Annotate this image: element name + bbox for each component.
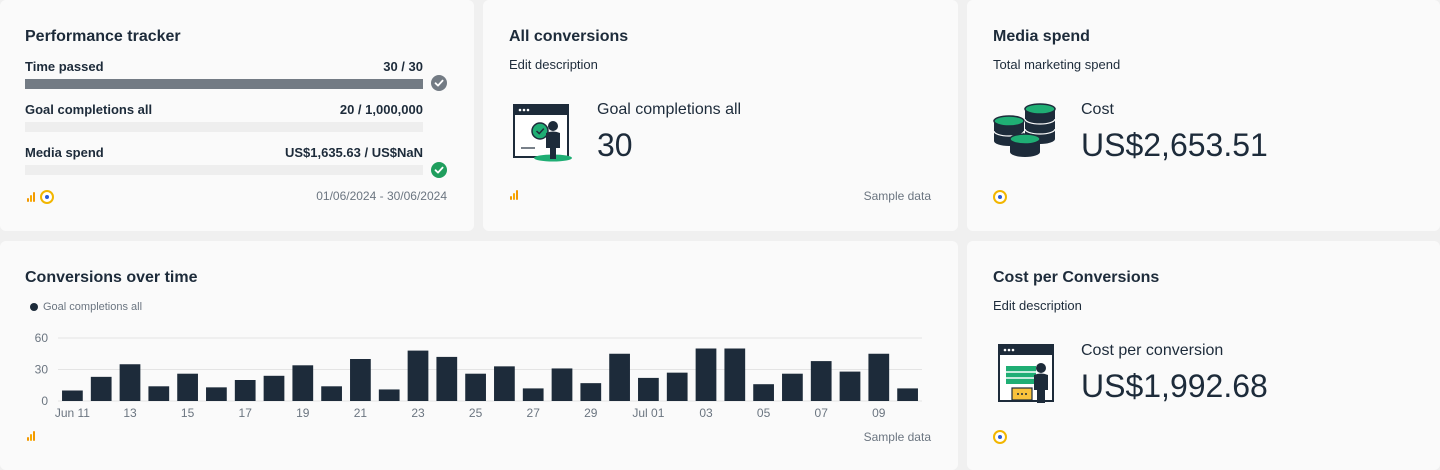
- cost-per-conversions-card: Cost per Conversions Edit description Co…: [967, 241, 1440, 470]
- tracker-bar-time: [25, 79, 423, 89]
- tracker-label-goals: Goal completions all: [25, 102, 153, 117]
- bar[interactable]: [494, 366, 515, 401]
- card-title: Media spend: [993, 28, 1090, 45]
- edit-description-link[interactable]: Edit description: [509, 57, 598, 72]
- bar[interactable]: [350, 359, 371, 401]
- x-tick-label: 19: [296, 406, 310, 420]
- bar[interactable]: [206, 387, 227, 401]
- bar[interactable]: [897, 388, 918, 401]
- x-tick-label: Jun 11: [55, 406, 90, 420]
- tracker-bar-fill: [25, 79, 423, 89]
- tracker-bar-spend: [25, 165, 423, 175]
- tracker-bar-goals: [25, 122, 423, 132]
- bar[interactable]: [810, 361, 832, 401]
- performance-tracker-card: Performance tracker Time passed 30 / 30 …: [0, 0, 474, 231]
- bar[interactable]: [407, 350, 429, 401]
- bar[interactable]: [177, 373, 198, 401]
- x-tick-label: 23: [411, 406, 425, 420]
- metric-label: Goal completions all: [597, 101, 742, 118]
- metric-value: US$2,653.51: [1081, 127, 1268, 163]
- x-tick-label: 13: [123, 406, 137, 420]
- person-at-browser-illustration: [513, 104, 572, 162]
- bar-chart: 0 30 60 Jun 11 13 15 17 19 21 23 25 27 29 Jul 01 03 05 0…: [35, 331, 922, 420]
- bar[interactable]: [321, 386, 342, 401]
- metric-value: 30: [597, 127, 633, 163]
- x-tick-label: 05: [757, 406, 771, 420]
- sample-data-label: Sample data: [863, 189, 931, 203]
- tracker-value-goals: 20 / 1,000,000: [339, 102, 423, 117]
- tracker-value-time: 30 / 30: [383, 59, 423, 74]
- bar[interactable]: [580, 383, 602, 401]
- data-source-icons: [993, 430, 1007, 444]
- bar[interactable]: [638, 377, 659, 401]
- bar[interactable]: [436, 356, 458, 401]
- bar[interactable]: [609, 353, 630, 401]
- tracker-value-spend: US$1,635.63 / US$NaN: [284, 145, 423, 160]
- sample-data-label: Sample data: [863, 430, 931, 444]
- date-range: 01/06/2024 - 30/06/2024: [316, 189, 447, 203]
- x-tick-label: 27: [527, 406, 541, 420]
- bar[interactable]: [753, 384, 774, 401]
- card-title: Cost per Conversions: [993, 269, 1160, 286]
- data-source-icons: [26, 190, 54, 204]
- person-with-card-illustration: [998, 344, 1054, 403]
- google-analytics-icon: [26, 431, 37, 441]
- check-circle-green-icon: [431, 162, 447, 178]
- media-spend-card: Media spend Total marketing spend Cost U…: [967, 0, 1440, 231]
- x-tick-label: 03: [699, 406, 713, 420]
- all-conversions-card: All conversions Edit description Goal co…: [483, 0, 958, 231]
- data-source-icons: [26, 431, 37, 441]
- x-tick-label: 17: [239, 406, 253, 420]
- bar[interactable]: [465, 373, 486, 401]
- bar[interactable]: [839, 371, 861, 401]
- google-analytics-icon: [509, 190, 520, 200]
- metric-label: Cost per conversion: [1081, 342, 1224, 359]
- data-source-ring-icon: [993, 430, 1007, 444]
- bar[interactable]: [292, 365, 314, 401]
- bar[interactable]: [724, 348, 746, 402]
- card-title: Performance tracker: [25, 28, 181, 45]
- bar[interactable]: [148, 386, 170, 401]
- bar[interactable]: [868, 353, 890, 401]
- y-tick-label: 60: [35, 331, 49, 345]
- bar[interactable]: [90, 376, 112, 401]
- y-tick-label: 0: [41, 394, 48, 408]
- coin-stacks-illustration: [993, 103, 1056, 157]
- bar[interactable]: [119, 364, 141, 401]
- card-title: All conversions: [509, 28, 629, 45]
- data-source-icons: [509, 190, 520, 200]
- data-source-ring-icon: [40, 190, 54, 204]
- bar[interactable]: [666, 372, 688, 401]
- bar[interactable]: [234, 380, 256, 401]
- x-tick-label: 21: [354, 406, 368, 420]
- x-tick-label: 09: [872, 406, 886, 420]
- x-tick-label: 15: [181, 406, 195, 420]
- x-tick-label: 25: [469, 406, 483, 420]
- bar[interactable]: [551, 368, 573, 401]
- check-circle-gray-icon: [431, 75, 447, 91]
- x-tick-label: 29: [584, 406, 598, 420]
- card-description: Total marketing spend: [993, 57, 1121, 72]
- bar[interactable]: [782, 373, 803, 401]
- data-source-icons: [993, 190, 1007, 204]
- x-tick-label: 07: [815, 406, 829, 420]
- bar[interactable]: [695, 348, 717, 402]
- conversions-over-time-card: Conversions over time Goal completions a…: [0, 241, 958, 470]
- edit-description-link[interactable]: Edit description: [993, 298, 1082, 313]
- data-source-ring-icon: [993, 190, 1007, 204]
- bar[interactable]: [522, 388, 544, 401]
- google-analytics-icon: [26, 192, 37, 202]
- bar[interactable]: [62, 390, 83, 402]
- metric-label: Cost: [1081, 101, 1114, 118]
- y-tick-label: 30: [35, 363, 49, 377]
- x-tick-label: Jul 01: [632, 406, 664, 420]
- tracker-label-time: Time passed: [25, 59, 104, 74]
- bar[interactable]: [378, 389, 400, 401]
- tracker-label-spend: Media spend: [25, 145, 104, 160]
- bar[interactable]: [263, 375, 285, 401]
- metric-value: US$1,992.68: [1081, 368, 1268, 404]
